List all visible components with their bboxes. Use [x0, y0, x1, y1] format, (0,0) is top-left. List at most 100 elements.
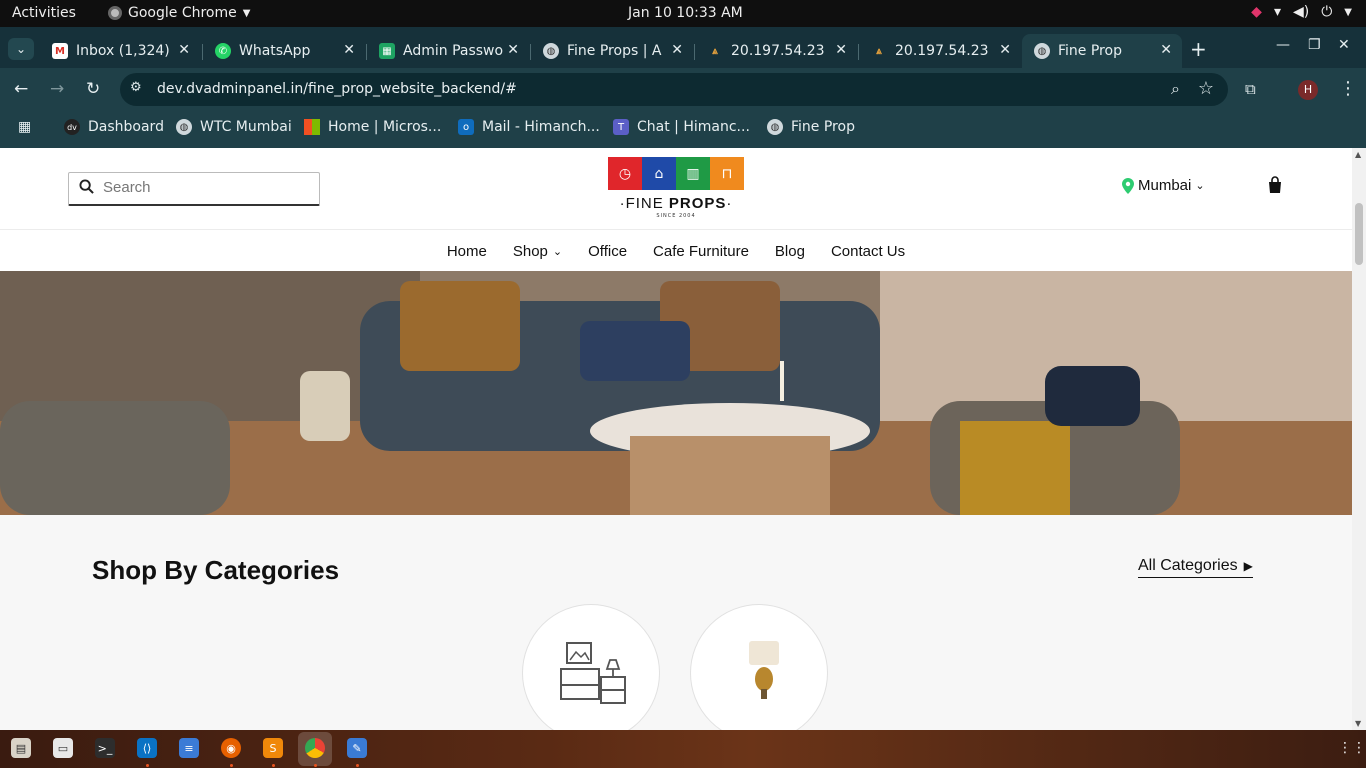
close-icon[interactable]: ✕: [343, 42, 355, 58]
close-window-button[interactable]: ✕: [1338, 37, 1350, 53]
tab-inbox[interactable]: M Inbox (1,324) ✕: [40, 34, 200, 68]
category-lighting[interactable]: [690, 604, 828, 730]
bookmark-fine-prop[interactable]: ◍ Fine Prop: [767, 119, 855, 135]
wifi-icon: ▾: [1273, 4, 1281, 20]
text-editor-icon[interactable]: ≡: [179, 738, 199, 758]
categories-section: Shop By Categories All Categories ▶: [0, 515, 1352, 730]
scroll-down-icon[interactable]: ▼: [1355, 719, 1361, 728]
extensions-icon[interactable]: ⧉: [1245, 80, 1256, 98]
files-app-icon[interactable]: ▤: [11, 738, 31, 758]
server-icon: ⩓: [876, 45, 882, 57]
tab-admin-password[interactable]: ▦ Admin Passwo ✕: [367, 34, 529, 68]
bookmark-label: WTC Mumbai: [200, 119, 292, 135]
chevron-down-icon: ⌄: [15, 42, 27, 56]
show-apps-icon[interactable]: ⋮⋮⋮: [1338, 740, 1366, 756]
teams-icon: T: [613, 119, 629, 135]
tab-search-button[interactable]: ⌄: [8, 38, 34, 60]
close-icon[interactable]: ✕: [178, 42, 190, 58]
all-categories-link[interactable]: All Categories ▶: [1138, 557, 1253, 578]
profile-avatar[interactable]: H: [1298, 80, 1318, 100]
bookmark-dashboard[interactable]: dv Dashboard: [64, 119, 164, 135]
app-menu[interactable]: Google Chrome ▼: [108, 5, 250, 21]
maximize-button[interactable]: ❐: [1308, 37, 1321, 53]
bookmark-mail[interactable]: o Mail - Himanch...: [458, 119, 600, 135]
scroll-up-icon[interactable]: ▲: [1355, 150, 1361, 159]
globe-icon: ◍: [1034, 43, 1050, 59]
chrome-icon[interactable]: [305, 738, 325, 758]
bookmark-label: Chat | Himanc...: [637, 119, 750, 135]
sublime-icon[interactable]: S: [263, 738, 283, 758]
category-bedroom[interactable]: [522, 604, 660, 730]
close-icon[interactable]: ✕: [1160, 42, 1172, 58]
tab-server-1[interactable]: ⩓ 20.197.54.23 ✕: [695, 34, 857, 68]
address-bar[interactable]: ⚙ dev.dvadminpanel.in/fine_prop_website_…: [120, 73, 1228, 106]
clock[interactable]: Jan 10 10:33 AM: [628, 5, 743, 21]
url-text[interactable]: dev.dvadminpanel.in/fine_prop_website_ba…: [157, 81, 517, 97]
page-viewport: ◷ ⌂ ▥ ⊓ ·FINE PROPS· SINCE 2004 Mumbai ⌄…: [0, 148, 1352, 730]
nav-cafe-furniture[interactable]: Cafe Furniture: [640, 231, 762, 271]
apps-grid-icon[interactable]: ▦: [18, 119, 31, 135]
tab-whatsapp[interactable]: ✆ WhatsApp ✕: [203, 34, 365, 68]
nav-blog[interactable]: Blog: [762, 231, 818, 271]
tab-fine-props[interactable]: ◍ Fine Props | A ✕: [531, 34, 693, 68]
bookmark-microsoft[interactable]: Home | Micros...: [304, 119, 441, 135]
search-icon: [79, 179, 94, 198]
microsoft-icon: [304, 119, 320, 135]
server-icon: ⩓: [712, 45, 718, 57]
desk-icon: ⊓: [710, 157, 744, 190]
page-scrollbar[interactable]: ▲ ▼: [1352, 148, 1366, 730]
close-icon[interactable]: ✕: [999, 42, 1011, 58]
minimize-button[interactable]: —: [1276, 37, 1290, 53]
forward-button[interactable]: →: [50, 79, 64, 99]
bookmark-chat[interactable]: T Chat | Himanc...: [613, 119, 750, 135]
site-info-icon[interactable]: ⚙: [130, 80, 142, 95]
bedroom-furniture-icon: [560, 642, 626, 704]
nav-office[interactable]: Office: [575, 231, 640, 271]
nav-home[interactable]: Home: [434, 231, 500, 271]
map-pin-icon: [1122, 177, 1134, 194]
bookmark-label: Mail - Himanch...: [482, 119, 600, 135]
cabinet-icon: ▥: [676, 157, 710, 190]
shopping-bag-icon[interactable]: [1266, 176, 1284, 194]
dock: ▤ ▭ >_ ⟨⟩ ≡ ◉ S ✎ ⋮⋮⋮: [0, 730, 1366, 768]
search-input[interactable]: [103, 179, 303, 196]
vscode-icon[interactable]: ⟨⟩: [137, 738, 157, 758]
play-arrow-icon: ▶: [1243, 559, 1253, 573]
firefox-icon[interactable]: ◉: [221, 738, 241, 758]
close-icon[interactable]: ✕: [507, 42, 519, 58]
back-button[interactable]: ←: [14, 79, 28, 99]
location-selector[interactable]: Mumbai ⌄: [1122, 177, 1205, 194]
logo-tiles: ◷ ⌂ ▥ ⊓: [608, 157, 744, 190]
zoom-icon[interactable]: ⌕: [1171, 79, 1180, 99]
bookmark-star-icon[interactable]: ☆: [1198, 78, 1214, 99]
reload-button[interactable]: ↻: [86, 79, 100, 99]
chevron-down-icon: ⌄: [1195, 180, 1205, 192]
window-app-icon[interactable]: ▭: [53, 738, 73, 758]
new-tab-button[interactable]: +: [1190, 37, 1207, 61]
tab-title: Fine Props | A: [567, 43, 662, 59]
table-lamp-icon: [749, 641, 779, 699]
site-logo[interactable]: ◷ ⌂ ▥ ⊓ ·FINE PROPS· SINCE 2004: [608, 157, 744, 221]
bookmark-wtc-mumbai[interactable]: ◍ WTC Mumbai: [176, 119, 292, 135]
activities-button[interactable]: Activities: [12, 5, 76, 21]
tab-fine-prop-active[interactable]: ◍ Fine Prop ✕: [1022, 34, 1182, 68]
system-tray[interactable]: ◆ ▾ ◀) ⏻ ▼: [1251, 4, 1352, 20]
notes-icon[interactable]: ✎: [347, 738, 367, 758]
search-field[interactable]: [68, 172, 320, 206]
close-icon[interactable]: ✕: [835, 42, 847, 58]
menu-icon[interactable]: ⋮: [1339, 78, 1357, 99]
chevron-down-icon: ⌄: [552, 245, 563, 258]
tab-server-2[interactable]: ⩓ 20.197.54.23 ✕: [859, 34, 1021, 68]
chevron-down-icon: ▼: [1344, 6, 1352, 18]
tab-title: Fine Prop: [1058, 43, 1122, 59]
close-icon[interactable]: ✕: [671, 42, 683, 58]
nav-shop[interactable]: Shop ⌄: [500, 231, 575, 271]
section-title: Shop By Categories: [92, 555, 340, 585]
globe-icon: ◍: [543, 43, 559, 59]
app-indicator-icon[interactable]: ◆: [1251, 4, 1262, 20]
scrollbar-thumb[interactable]: [1355, 203, 1363, 265]
terminal-icon[interactable]: >_: [95, 738, 115, 758]
chevron-down-icon: ▼: [242, 7, 251, 19]
nav-contact-us[interactable]: Contact Us: [818, 231, 918, 271]
bookmark-label: Dashboard: [88, 119, 164, 135]
